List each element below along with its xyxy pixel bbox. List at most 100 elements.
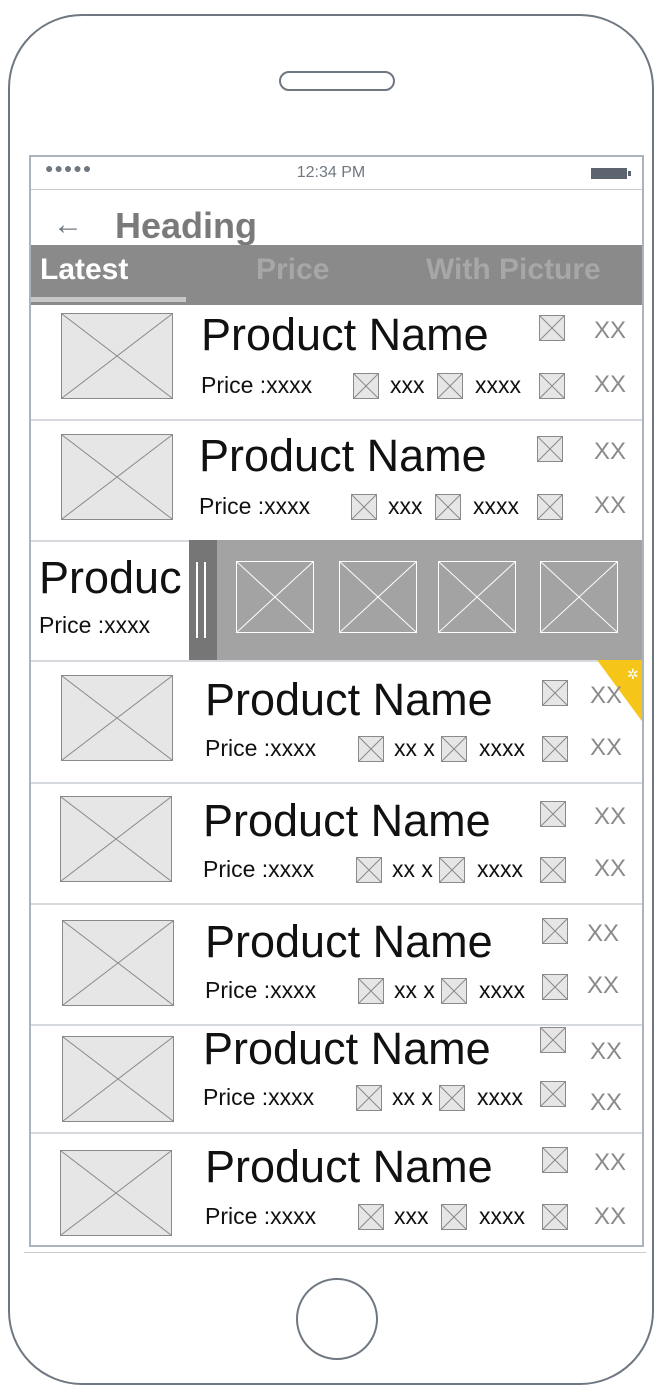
price-label: Price :xxxx: [199, 493, 311, 519]
status-bar: ●●●●● 12:34 PM: [31, 157, 642, 190]
list-item[interactable]: Product Name XX Price :xxxx xxx xxxx XX: [31, 420, 642, 542]
meta-label: xxxx: [477, 1084, 523, 1110]
list-item[interactable]: Product Name XX Price :xxxx xx x xxxx XX: [31, 1023, 642, 1134]
meta-label: xx x: [392, 856, 433, 882]
price-label: Price :xxxx: [205, 977, 317, 1003]
list-item[interactable]: Product Name XX Price :xxxx xx x xxxx XX: [31, 662, 642, 784]
product-name: Product Name: [201, 309, 489, 360]
placeholder-icon: [358, 736, 384, 762]
tab-price[interactable]: Price: [256, 253, 329, 287]
placeholder-icon: [439, 857, 465, 883]
xx-label: XX: [594, 317, 627, 344]
drag-handle-icon[interactable]: [189, 540, 217, 660]
product-name: Product Name: [199, 430, 487, 481]
price-label: Price :xxxx: [203, 1084, 315, 1110]
list-item[interactable]: Product Name XX Price :xxxx xxx xxxx XX: [31, 299, 642, 421]
product-image-placeholder: [60, 1150, 172, 1236]
placeholder-icon: [439, 1085, 465, 1111]
product-name: Product Name: [205, 674, 493, 725]
action-image-button[interactable]: [339, 561, 417, 633]
price-label: Price :xxxx: [205, 735, 317, 761]
meta-label: xxx: [388, 493, 423, 519]
action-image-button[interactable]: [236, 561, 314, 633]
list-item[interactable]: Product Name XX Price :xxxx xxx xxxx XX: [31, 1133, 642, 1245]
home-button[interactable]: [296, 1278, 378, 1360]
meta-label: xx x: [392, 1084, 433, 1110]
page-title: Heading: [115, 205, 258, 246]
product-image-placeholder: [62, 920, 174, 1006]
product-name: Product Name: [203, 795, 491, 846]
speaker-slot: [279, 71, 395, 91]
meta-label: xxxx: [479, 977, 525, 1003]
handle-line: [204, 562, 206, 638]
swipe-actions-panel: [189, 540, 642, 660]
meta-label: xxx: [394, 1203, 429, 1229]
tab-bar: Latest Price With Picture: [31, 245, 642, 305]
meta-label: xxx: [390, 372, 425, 398]
list-item[interactable]: Product Name XX Price :xxxx xx x xxxx XX: [31, 783, 642, 905]
placeholder-icon: [542, 736, 568, 762]
placeholder-icon: [542, 680, 568, 706]
placeholder-icon: [358, 1204, 384, 1230]
xx-label: XX: [594, 438, 627, 465]
price-label: Price :xxxx: [39, 612, 151, 638]
tab-latest[interactable]: Latest: [40, 253, 128, 287]
product-image-placeholder: [61, 434, 173, 520]
placeholder-icon: [441, 1204, 467, 1230]
product-image-placeholder: [61, 675, 173, 761]
xx-label: XX: [590, 734, 623, 761]
back-arrow-icon[interactable]: ←: [53, 210, 83, 240]
action-image-button[interactable]: [438, 561, 516, 633]
placeholder-icon: [356, 857, 382, 883]
meta-label: xxxx: [479, 735, 525, 761]
placeholder-icon: [542, 974, 568, 1000]
list-item[interactable]: Product Name XX Price :xxxx xx x xxxx XX: [31, 904, 642, 1026]
xx-label: XX: [594, 803, 627, 830]
product-name: Product Name: [205, 916, 493, 967]
placeholder-icon: [353, 373, 379, 399]
meta-label: xx x: [394, 977, 435, 1003]
product-image-placeholder: [62, 1036, 174, 1122]
placeholder-icon: [540, 857, 566, 883]
product-name: Product Name: [203, 1023, 491, 1074]
xx-label: XX: [594, 371, 627, 398]
handle-line: [196, 562, 198, 638]
meta-label: xx x: [394, 735, 435, 761]
price-label: Price :xxxx: [205, 1203, 317, 1229]
placeholder-icon: [540, 801, 566, 827]
action-image-button[interactable]: [540, 561, 618, 633]
placeholder-icon: [542, 1147, 568, 1173]
price-label: Price :xxxx: [203, 856, 315, 882]
placeholder-icon: [437, 373, 463, 399]
meta-label: xxxx: [475, 372, 521, 398]
status-time: 12:34 PM: [296, 164, 366, 181]
bottom-divider: [24, 1252, 646, 1253]
placeholder-icon: [540, 1081, 566, 1107]
placeholder-icon: [539, 373, 565, 399]
placeholder-icon: [537, 494, 563, 520]
placeholder-icon: [358, 978, 384, 1004]
tab-with-picture[interactable]: With Picture: [426, 253, 601, 287]
price-label: Price :xxxx: [201, 372, 313, 398]
battery-icon: [591, 168, 631, 179]
xx-label: XX: [590, 1038, 623, 1065]
xx-label: XX: [587, 972, 620, 999]
swiped-list-item[interactable]: Produc Price :xxxx: [31, 540, 642, 662]
meta-label: xxxx: [477, 856, 523, 882]
xx-label: XX: [594, 855, 627, 882]
xx-label: XX: [594, 1203, 627, 1230]
xx-label: XX: [590, 1089, 623, 1116]
meta-label: xxxx: [473, 493, 519, 519]
placeholder-icon: [351, 494, 377, 520]
product-image-placeholder: [61, 313, 173, 399]
placeholder-icon: [537, 436, 563, 462]
xx-label: XX: [587, 920, 620, 947]
xx-label: XX: [594, 492, 627, 519]
product-image-placeholder: [60, 796, 172, 882]
xx-label: XX: [594, 1149, 627, 1176]
placeholder-icon: [539, 315, 565, 341]
signal-icon: ●●●●●: [45, 160, 93, 176]
placeholder-icon: [441, 978, 467, 1004]
placeholder-icon: [441, 736, 467, 762]
meta-label: xxxx: [479, 1203, 525, 1229]
